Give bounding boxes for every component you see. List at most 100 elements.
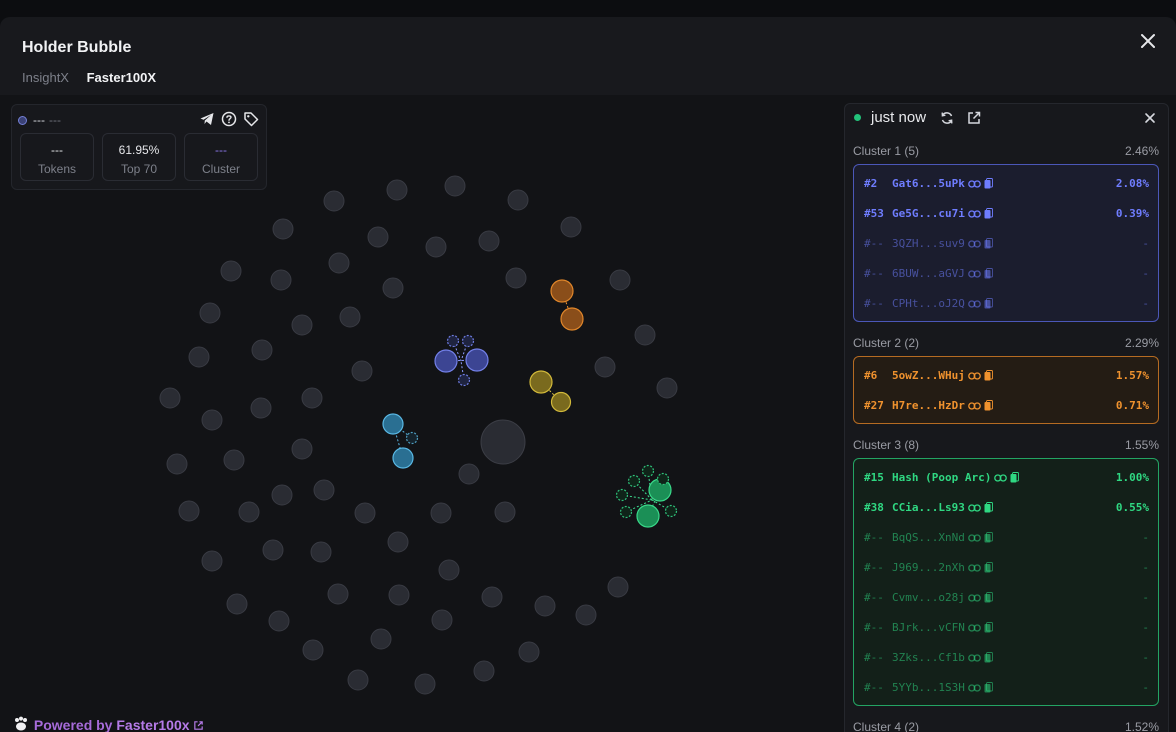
holder-bubble[interactable] bbox=[388, 584, 410, 606]
cluster-bubble[interactable] bbox=[619, 505, 633, 519]
holder-address[interactable]: Cvmv...o28j bbox=[892, 591, 993, 604]
holder-bubble[interactable] bbox=[507, 189, 529, 211]
holder-bubble[interactable] bbox=[458, 463, 480, 485]
powered-by-brand[interactable]: Faster100x bbox=[116, 717, 189, 732]
holder-bubble[interactable] bbox=[414, 673, 436, 695]
holder-bubble[interactable] bbox=[367, 226, 389, 248]
cluster-bubble[interactable] bbox=[457, 373, 471, 387]
cluster-bubble[interactable] bbox=[560, 307, 584, 331]
copy-icon[interactable] bbox=[984, 208, 993, 219]
link-icon[interactable] bbox=[968, 533, 981, 543]
holder-address[interactable]: 5YYb...1S3H bbox=[892, 681, 993, 694]
holder-bubble[interactable] bbox=[339, 306, 361, 328]
holder-bubble[interactable] bbox=[438, 559, 460, 581]
holder-row[interactable]: #-- BqQS...XnNd - bbox=[864, 531, 1149, 547]
link-icon[interactable] bbox=[968, 593, 981, 603]
link-icon[interactable] bbox=[968, 653, 981, 663]
cluster-bubble[interactable] bbox=[434, 349, 458, 373]
cluster-bubble[interactable] bbox=[529, 370, 553, 394]
holder-row[interactable]: #38 CCia...Ls93 0.55% bbox=[864, 501, 1149, 517]
holder-bubble[interactable] bbox=[327, 583, 349, 605]
tab-faster100x[interactable]: Faster100X bbox=[87, 70, 156, 85]
holder-row[interactable]: #15 Hash (Poop Arc) 1.00% bbox=[864, 471, 1149, 487]
cluster-bubble[interactable] bbox=[641, 464, 655, 478]
copy-icon[interactable] bbox=[984, 622, 993, 633]
holder-row[interactable]: #-- 3Zks...Cf1b - bbox=[864, 651, 1149, 667]
link-icon[interactable] bbox=[968, 623, 981, 633]
cluster-bubble[interactable] bbox=[550, 391, 572, 413]
refresh-icon[interactable] bbox=[939, 110, 955, 126]
holder-bubble[interactable] bbox=[188, 346, 210, 368]
holder-bubble[interactable] bbox=[301, 387, 323, 409]
holder-bubble[interactable] bbox=[201, 409, 223, 431]
holder-address[interactable]: 5owZ...WHuj bbox=[892, 369, 993, 382]
holder-bubble[interactable] bbox=[518, 641, 540, 663]
cluster-bubble[interactable] bbox=[656, 472, 670, 486]
holder-bubble[interactable] bbox=[347, 669, 369, 691]
link-icon[interactable] bbox=[968, 683, 981, 693]
copy-icon[interactable] bbox=[984, 532, 993, 543]
holder-bubble[interactable] bbox=[444, 175, 466, 197]
holder-row[interactable]: #-- 5YYb...1S3H - bbox=[864, 681, 1149, 697]
holder-row[interactable]: #53 Ge5G...cu7i 0.39% bbox=[864, 207, 1149, 223]
holder-bubble[interactable] bbox=[425, 236, 447, 258]
external-link-icon[interactable] bbox=[966, 110, 982, 126]
copy-icon[interactable] bbox=[984, 682, 993, 693]
cluster-bubble[interactable] bbox=[392, 447, 414, 469]
link-icon[interactable] bbox=[968, 401, 981, 411]
cluster-2-header[interactable]: Cluster 2 (2) 2.29% bbox=[853, 336, 1159, 350]
holder-bubble[interactable] bbox=[431, 609, 453, 631]
holder-bubble[interactable] bbox=[178, 500, 200, 522]
holder-bubble[interactable] bbox=[199, 302, 221, 324]
holder-bubble[interactable] bbox=[505, 267, 527, 289]
copy-icon[interactable] bbox=[1010, 472, 1020, 483]
holder-bubble[interactable] bbox=[328, 252, 350, 274]
holder-row[interactable]: #-- 3QZH...suv9 - bbox=[864, 237, 1149, 253]
holder-address[interactable]: Hash (Poop Arc) bbox=[892, 471, 1020, 484]
cluster-3-header[interactable]: Cluster 3 (8) 1.55% bbox=[853, 438, 1159, 452]
copy-icon[interactable] bbox=[984, 400, 993, 411]
holder-bubble[interactable] bbox=[226, 593, 248, 615]
holder-bubble[interactable] bbox=[594, 356, 616, 378]
copy-icon[interactable] bbox=[984, 652, 993, 663]
holder-bubble[interactable] bbox=[354, 502, 376, 524]
link-icon[interactable] bbox=[968, 299, 981, 309]
holder-bubble[interactable] bbox=[313, 479, 335, 501]
holder-bubble[interactable] bbox=[251, 339, 273, 361]
cluster-4-header[interactable]: Cluster 4 (2) 1.52% bbox=[853, 720, 1159, 732]
holder-row[interactable]: #27 H7re...HzDr 0.71% bbox=[864, 399, 1149, 415]
holder-row[interactable]: #-- 6BUW...aGVJ - bbox=[864, 267, 1149, 283]
holder-address[interactable]: CPHt...oJ2Q bbox=[892, 297, 993, 310]
copy-icon[interactable] bbox=[984, 298, 993, 309]
cluster-bubble[interactable] bbox=[446, 334, 460, 348]
holder-bubble[interactable] bbox=[223, 449, 245, 471]
cluster-bubble[interactable] bbox=[382, 413, 404, 435]
holder-bubble[interactable] bbox=[351, 360, 373, 382]
copy-icon[interactable] bbox=[984, 502, 993, 513]
copy-icon[interactable] bbox=[984, 268, 993, 279]
holder-address[interactable]: H7re...HzDr bbox=[892, 399, 993, 412]
copy-icon[interactable] bbox=[984, 562, 993, 573]
cluster-bubble[interactable] bbox=[664, 504, 678, 518]
powered-by[interactable]: Powered by Faster100x bbox=[12, 716, 204, 732]
close-icon[interactable] bbox=[1142, 110, 1158, 126]
cluster-bubble[interactable] bbox=[615, 488, 629, 502]
copy-icon[interactable] bbox=[984, 592, 993, 603]
holder-bubble[interactable] bbox=[291, 314, 313, 336]
tab-insightx[interactable]: InsightX bbox=[22, 70, 69, 85]
bubble-map[interactable] bbox=[0, 95, 840, 732]
cluster-bubble[interactable] bbox=[636, 504, 660, 528]
holder-bubble[interactable] bbox=[238, 501, 260, 523]
cluster-bubble[interactable] bbox=[461, 334, 475, 348]
holder-bubble[interactable] bbox=[270, 269, 292, 291]
cluster-bubble[interactable] bbox=[405, 431, 419, 445]
copy-icon[interactable] bbox=[984, 238, 993, 249]
holder-bubble[interactable] bbox=[201, 550, 223, 572]
link-icon[interactable] bbox=[968, 209, 981, 219]
link-icon[interactable] bbox=[968, 239, 981, 249]
holder-row[interactable]: #-- J969...2nXh - bbox=[864, 561, 1149, 577]
holder-row[interactable]: #6 5owZ...WHuj 1.57% bbox=[864, 369, 1149, 385]
cluster-bubble[interactable] bbox=[465, 348, 489, 372]
link-icon[interactable] bbox=[968, 503, 981, 513]
holder-address[interactable]: 3Zks...Cf1b bbox=[892, 651, 993, 664]
